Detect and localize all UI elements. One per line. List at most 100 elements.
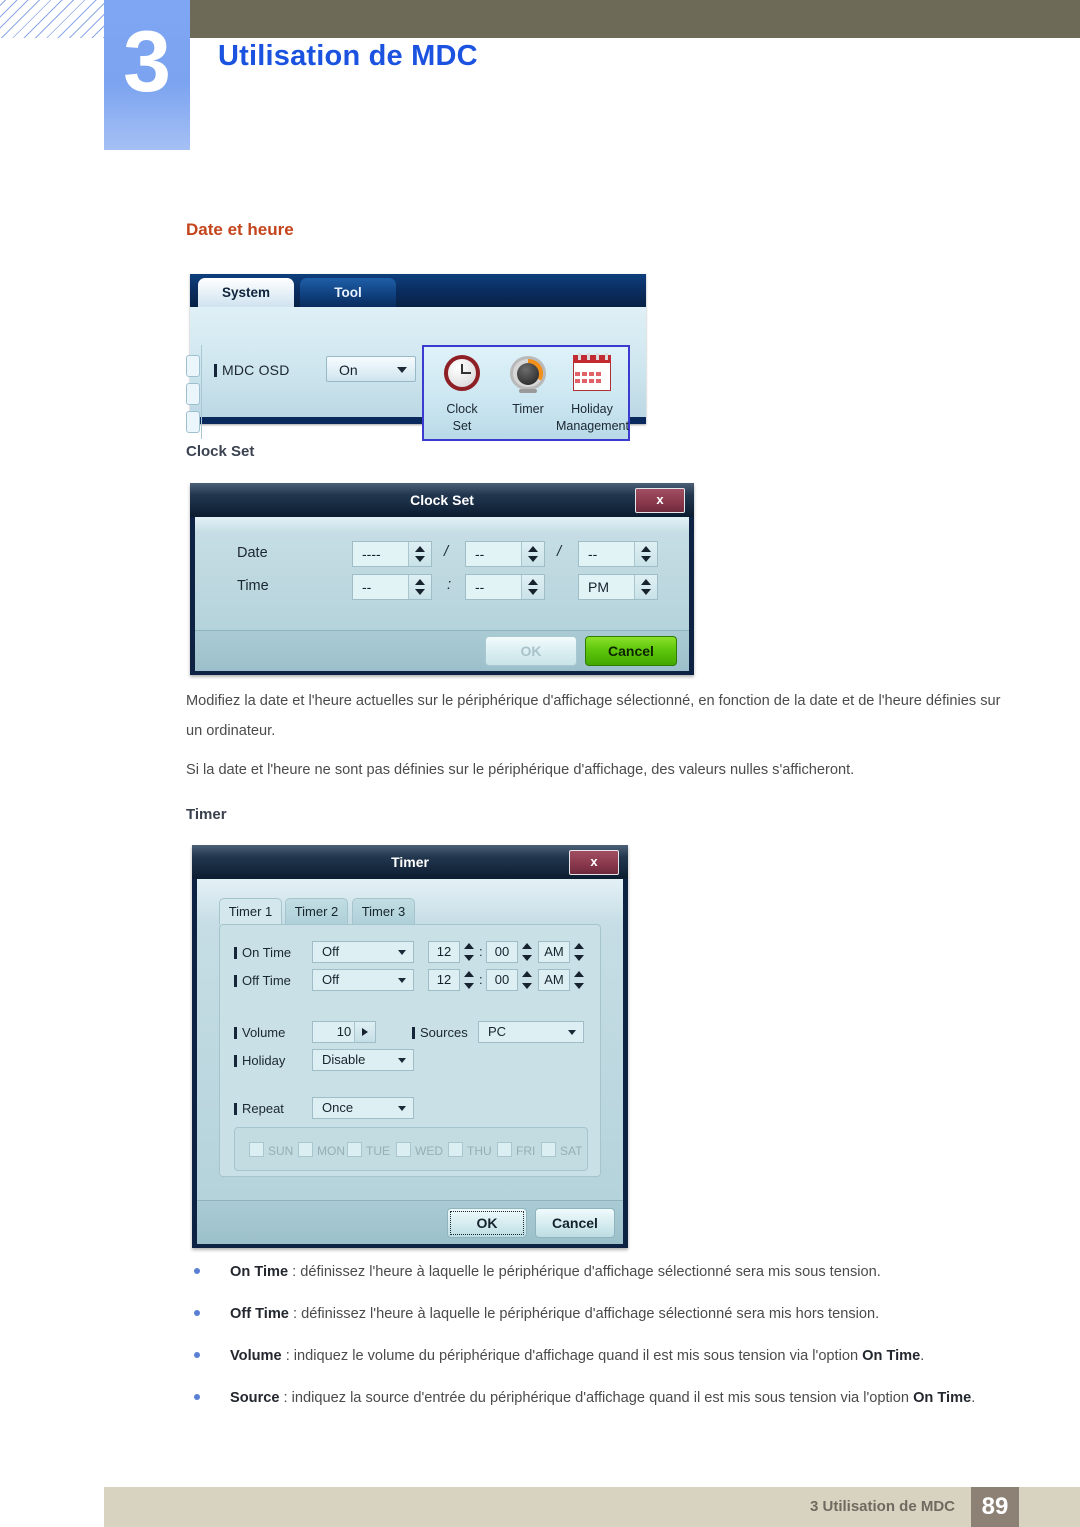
osd-tab-tool[interactable]: Tool xyxy=(300,278,396,307)
checkbox-label-mon: MON xyxy=(317,1144,345,1158)
bullet-term: On Time xyxy=(230,1264,289,1280)
volume-label-text: Volume xyxy=(242,1025,286,1040)
checkbox-tue[interactable] xyxy=(347,1142,362,1157)
label-tick-icon xyxy=(234,1027,237,1039)
osd-left-stubs xyxy=(186,347,200,447)
label-tick-icon xyxy=(214,364,217,377)
osd-icon-clock-set[interactable]: Clock Set xyxy=(430,353,494,433)
osd-tab-bar: System Tool xyxy=(190,274,646,307)
time-hour-stepper[interactable] xyxy=(408,575,431,599)
on-time-minute-stepper[interactable] xyxy=(520,941,534,963)
on-time-ampm-field[interactable]: AM xyxy=(538,941,570,963)
osd-stub xyxy=(186,383,200,405)
on-time-mode-value: Off xyxy=(322,944,340,959)
label-tick-icon xyxy=(234,1103,237,1115)
repeat-select[interactable]: Once xyxy=(312,1097,414,1119)
off-time-label-text: Off Time xyxy=(242,973,291,988)
date-month-stepper[interactable] xyxy=(521,542,544,566)
osd-icon-panel: Clock Set Timer Holiday Management xyxy=(422,345,630,441)
checkbox-sat[interactable] xyxy=(541,1142,556,1157)
time-hour-value: -- xyxy=(362,579,372,595)
date-day-stepper[interactable] xyxy=(634,542,657,566)
date-year-field[interactable]: ---- xyxy=(352,541,432,567)
sources-select[interactable]: PC xyxy=(478,1021,584,1043)
osd-icon-holiday-management[interactable]: Holiday Management xyxy=(556,353,629,433)
date-day-field[interactable]: -- xyxy=(578,541,658,567)
checkbox-thu[interactable] xyxy=(448,1142,463,1157)
volume-slider-handle[interactable] xyxy=(354,1022,375,1042)
clock-set-dialog-title: Clock Set xyxy=(190,483,694,517)
tab-timer-2[interactable]: Timer 2 xyxy=(285,898,348,925)
osd-icon-caption-line1: Clock xyxy=(446,402,478,416)
time-ampm-stepper[interactable] xyxy=(634,575,657,599)
off-time-mode-select[interactable]: Off xyxy=(312,969,414,991)
timer-cancel-button[interactable]: Cancel xyxy=(535,1208,615,1238)
date-month-field[interactable]: -- xyxy=(465,541,545,567)
bullet-icon xyxy=(194,1268,200,1274)
on-time-ampm-stepper[interactable] xyxy=(572,941,586,963)
checkbox-sun[interactable] xyxy=(249,1142,264,1157)
tab-timer-1[interactable]: Timer 1 xyxy=(219,898,282,925)
clock-set-icon xyxy=(439,353,485,399)
off-time-ampm-field[interactable]: AM xyxy=(538,969,570,991)
off-time-hour-stepper[interactable] xyxy=(462,969,476,991)
osd-icon-timer[interactable]: Timer xyxy=(496,353,560,419)
off-time-separator: : xyxy=(479,972,483,987)
on-time-label-text: On Time xyxy=(242,945,292,960)
chevron-down-icon xyxy=(398,978,406,983)
chapter-title: Utilisation de MDC xyxy=(218,40,478,72)
clock-set-ok-button[interactable]: OK xyxy=(485,636,577,666)
subsection-heading-clock-set: Clock Set xyxy=(186,443,255,460)
timer-dialog-footer: OK Cancel xyxy=(197,1200,623,1244)
checkbox-wed[interactable] xyxy=(396,1142,411,1157)
subsection-heading-timer: Timer xyxy=(186,806,227,823)
off-time-hour-field[interactable]: 12 xyxy=(428,969,460,991)
date-year-stepper[interactable] xyxy=(408,542,431,566)
holiday-label: Holiday xyxy=(234,1053,285,1068)
date-separator-2: / xyxy=(557,543,562,560)
mdc-osd-select[interactable]: On xyxy=(326,356,416,382)
on-time-minute-field[interactable]: 00 xyxy=(486,941,518,963)
bullet-icon xyxy=(194,1394,200,1400)
repeat-label-text: Repeat xyxy=(242,1101,284,1116)
time-minute-field[interactable]: -- xyxy=(465,574,545,600)
clock-set-cancel-button[interactable]: Cancel xyxy=(585,636,677,666)
volume-value: 10 xyxy=(336,1024,352,1039)
volume-slider[interactable]: 10 xyxy=(312,1021,376,1043)
off-time-ampm-stepper[interactable] xyxy=(572,969,586,991)
close-icon[interactable]: x xyxy=(635,488,685,513)
clock-set-paragraph-1: Modifiez la date et l'heure actuelles su… xyxy=(186,693,1001,739)
on-time-mode-select[interactable]: Off xyxy=(312,941,414,963)
time-minute-stepper[interactable] xyxy=(521,575,544,599)
bullet-term: Volume xyxy=(230,1348,282,1364)
hatch-decoration xyxy=(0,0,104,38)
time-ampm-value: PM xyxy=(588,579,609,595)
label-tick-icon xyxy=(412,1027,415,1039)
date-month-value: -- xyxy=(475,546,485,562)
off-time-minute-field[interactable]: 00 xyxy=(486,969,518,991)
tab-timer-3[interactable]: Timer 3 xyxy=(352,898,415,925)
checkbox-fri[interactable] xyxy=(497,1142,512,1157)
time-minute-value: -- xyxy=(475,579,485,595)
timer-ok-button[interactable]: OK xyxy=(447,1208,527,1238)
weekday-checkbox-group: SUN MON TUE WED THU FRI SAT xyxy=(234,1127,588,1171)
time-hour-field[interactable]: -- xyxy=(352,574,432,600)
checkbox-mon[interactable] xyxy=(298,1142,313,1157)
off-time-label: Off Time xyxy=(234,973,291,988)
date-separator-1: / xyxy=(444,543,449,560)
off-time-minute-stepper[interactable] xyxy=(520,969,534,991)
checkbox-label-sun: SUN xyxy=(268,1144,294,1158)
volume-label: Volume xyxy=(234,1025,285,1040)
header-olive-bar xyxy=(190,0,1080,38)
close-icon[interactable]: x xyxy=(569,850,619,875)
osd-stub xyxy=(186,355,200,377)
repeat-value: Once xyxy=(322,1100,354,1115)
date-label: Date xyxy=(237,545,268,561)
holiday-select[interactable]: Disable xyxy=(312,1049,414,1071)
chevron-down-icon xyxy=(398,950,406,955)
on-time-hour-stepper[interactable] xyxy=(462,941,476,963)
osd-tab-system[interactable]: System xyxy=(198,278,294,307)
on-time-hour-field[interactable]: 12 xyxy=(428,941,460,963)
osd-icon-caption-line1: Holiday xyxy=(571,402,613,416)
time-ampm-field[interactable]: PM xyxy=(578,574,658,600)
